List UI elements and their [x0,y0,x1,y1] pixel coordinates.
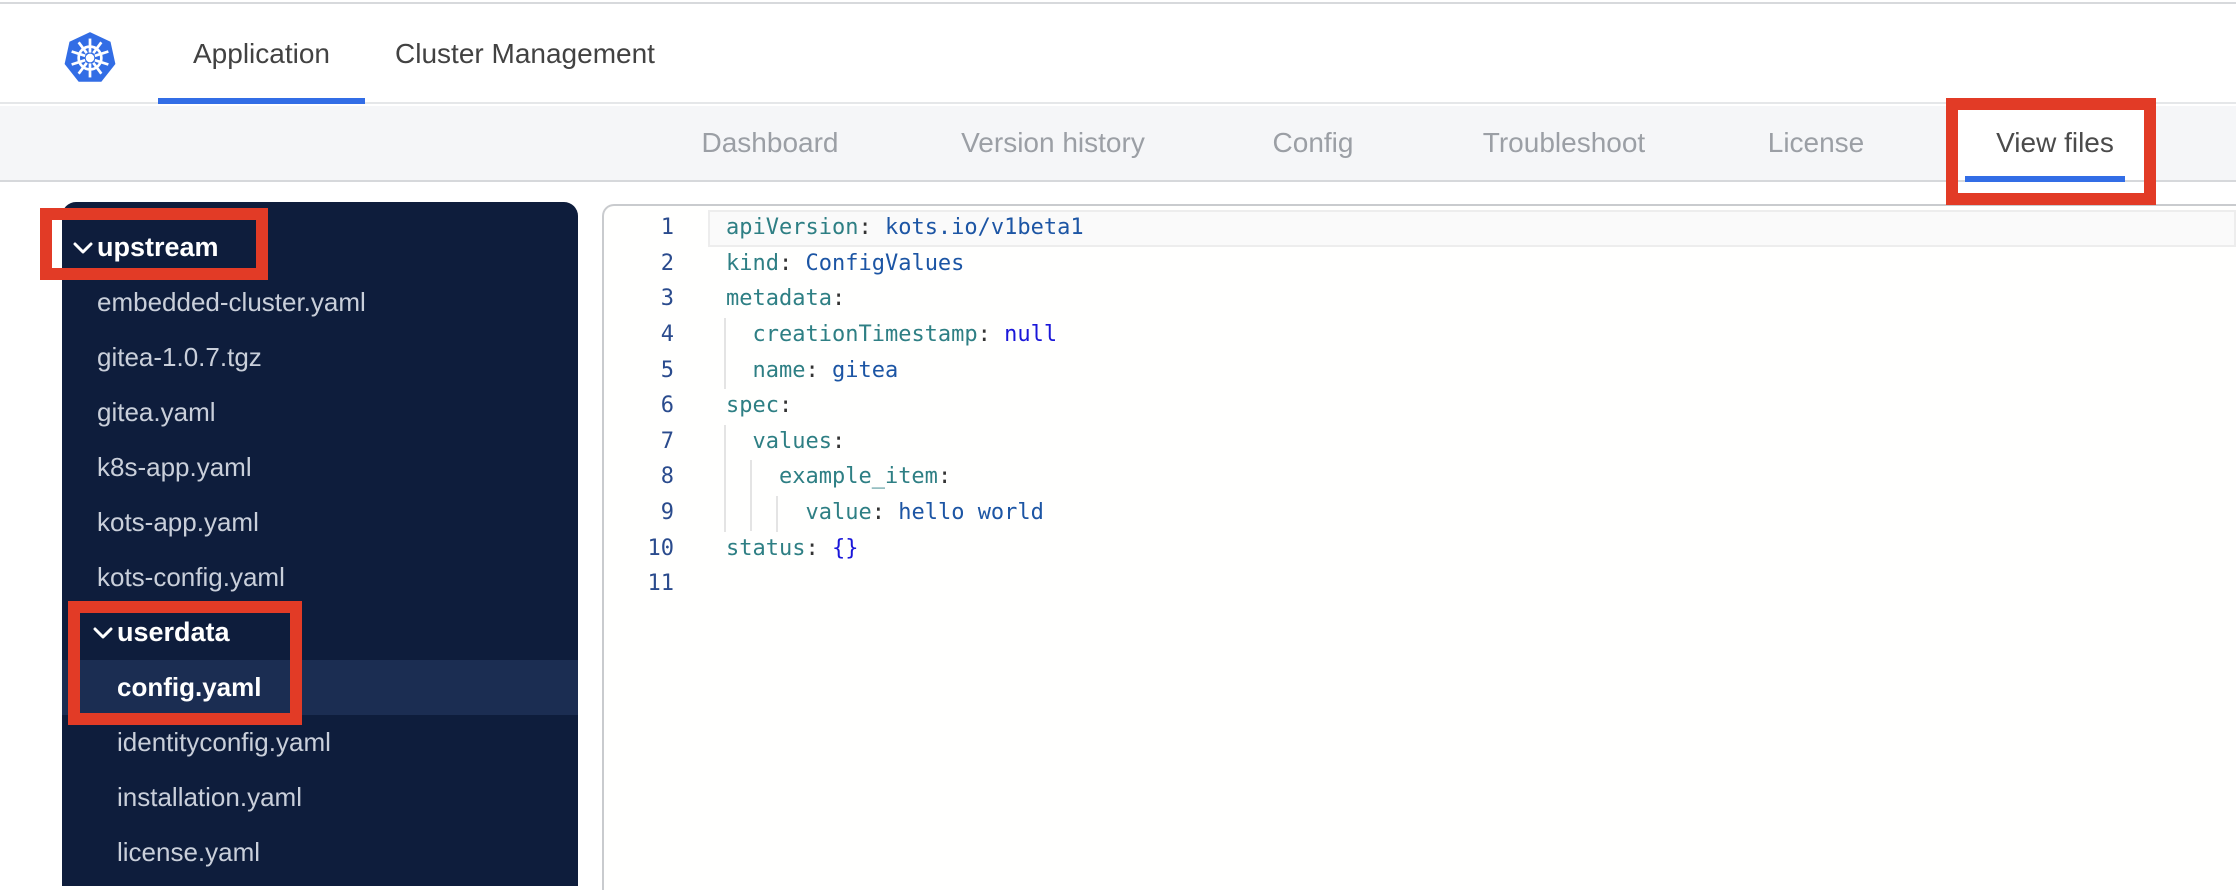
code-text: status: {} [726,535,859,561]
line-number: 6 [660,393,674,419]
tree-file-kots-app.yaml[interactable]: kots-app.yaml [62,495,578,550]
tab-cluster-management[interactable]: Cluster Management [385,4,665,104]
indent-guide [724,425,726,532]
code-text: value: hello world [805,500,1044,526]
code-line-7: 7 values: [604,424,2236,460]
line-number: 10 [647,535,675,561]
tree-file-license.yaml[interactable]: license.yaml [62,825,578,880]
kots-admin-console: Application Cluster Management Dashboard… [0,0,2236,890]
subnav-tab-version-history[interactable]: Version history [961,106,1145,180]
line-number: 3 [660,286,674,312]
tree-label: kots-config.yaml [97,562,285,592]
tree-file-embedded-cluster.yaml[interactable]: embedded-cluster.yaml [62,275,578,330]
line-number: 9 [660,500,674,526]
code-line-6: 6 spec: [604,388,2236,424]
tree-label: embedded-cluster.yaml [97,287,366,317]
code-line-9: 9 value: hello world [604,495,2236,531]
application-active-underline [158,98,365,104]
tree-file-k8s-app.yaml[interactable]: k8s-app.yaml [62,440,578,495]
code-text: apiVersion: kots.io/v1beta1 [726,215,1084,241]
app-sub-nav: Dashboard Version history Config Troublesho… [0,106,2236,182]
line-number: 11 [647,571,675,597]
file-tree-panel: upstream embedded-cluster.yaml gitea-1.0.7… [62,202,578,886]
code-line-1: 1 apiVersion: kots.io/v1beta1 [604,210,2236,246]
tree-label: gitea.yaml [97,397,216,427]
subnav-tab-dashboard[interactable]: Dashboard [702,106,839,180]
indent-guide [750,460,752,531]
subnav-tab-config[interactable]: Config [1273,106,1354,180]
tree-label: kots-app.yaml [97,507,259,537]
code-text: example_item: [778,464,952,490]
tree-label: installation.yaml [117,782,302,812]
code-line-10: 10 status: {} [604,530,2236,566]
code-line-5: 5 name: gitea [604,352,2236,388]
code-text: spec: [726,393,793,419]
tree-label: k8s-app.yaml [97,452,252,482]
tree-label: gitea-1.0.7.tgz [97,342,262,372]
line-number: 7 [660,428,674,454]
line-number: 5 [660,357,674,383]
annotation-box-userdata-config [68,601,302,725]
tree-label: identityconfig.yaml [117,727,331,757]
code-text: kind: ConfigValues [726,250,965,276]
top-nav: Application Cluster Management [0,4,2236,104]
subnav-tab-troubleshoot[interactable]: Troubleshoot [1483,106,1645,180]
code-line-4: 4 creationTimestamp: null [604,317,2236,353]
code-text: name: gitea [752,357,899,383]
tree-file-installation.yaml[interactable]: installation.yaml [62,770,578,825]
indent-guide [776,496,778,532]
code-line-8: 8 example_item: [604,459,2236,495]
editor-viewport: 1 apiVersion: kots.io/v1beta1 2 kind: Confi… [604,206,2236,890]
code-text: values: [752,428,846,454]
code-line-2: 2 kind: ConfigValues [604,246,2236,282]
annotation-box-upstream [40,208,268,280]
line-number: 2 [660,250,674,276]
tree-file-kots-config.yaml[interactable]: kots-config.yaml [62,550,578,605]
code-text: metadata: [726,286,846,312]
line-number: 8 [660,464,674,490]
tree-file-gitea-1.0.7.tgz[interactable]: gitea-1.0.7.tgz [62,330,578,385]
code-text: creationTimestamp: null [752,322,1058,348]
code-lines: 1 apiVersion: kots.io/v1beta1 2 kind: Confi… [604,210,2236,602]
tree-label: license.yaml [117,837,261,867]
code-line-11: 11 [604,566,2236,602]
annotation-box-view-files [1946,98,2156,205]
tree-file-gitea.yaml[interactable]: gitea.yaml [62,385,578,440]
kubernetes-logo-icon [64,32,116,82]
subnav-tab-license[interactable]: License [1768,106,1865,180]
line-number: 4 [660,322,674,348]
code-line-3: 3 metadata: [604,281,2236,317]
file-tree: upstream embedded-cluster.yaml gitea-1.0.7… [62,220,578,880]
tab-application[interactable]: Application [158,4,365,104]
indent-guide [724,318,726,389]
line-number: 1 [660,215,674,241]
yaml-editor[interactable]: 1 apiVersion: kots.io/v1beta1 2 kind: Confi… [602,204,2236,890]
